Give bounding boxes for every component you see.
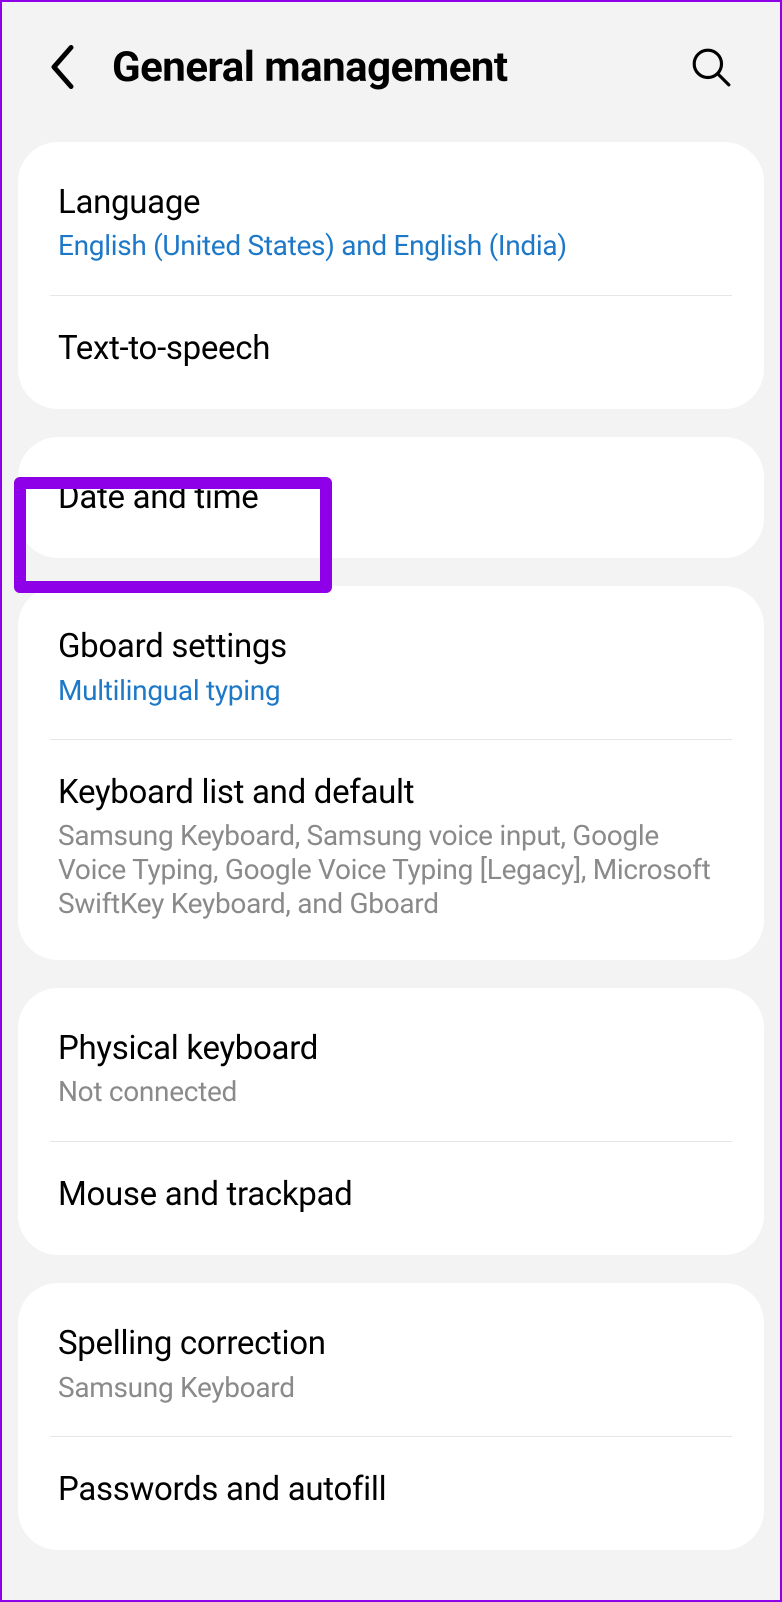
physical-keyboard-item[interactable]: Physical keyboard Not connected: [18, 996, 764, 1141]
item-subtitle: Samsung Keyboard: [58, 1371, 724, 1405]
item-title: Spelling correction: [58, 1323, 724, 1364]
settings-group-3: Gboard settings Multilingual typing Keyb…: [18, 586, 764, 960]
settings-group-1: Language English (United States) and Eng…: [18, 142, 764, 409]
search-icon: [690, 46, 732, 88]
date-and-time-item[interactable]: Date and time: [18, 445, 764, 550]
item-title: Physical keyboard: [58, 1028, 724, 1069]
mouse-and-trackpad-item[interactable]: Mouse and trackpad: [18, 1142, 764, 1247]
gboard-settings-item[interactable]: Gboard settings Multilingual typing: [18, 594, 764, 739]
language-item[interactable]: Language English (United States) and Eng…: [18, 150, 764, 295]
page-title: General management: [112, 43, 656, 92]
item-title: Text-to-speech: [58, 328, 724, 369]
item-subtitle: Not connected: [58, 1075, 724, 1109]
spelling-correction-item[interactable]: Spelling correction Samsung Keyboard: [18, 1291, 764, 1436]
settings-group-2: Date and time: [18, 437, 764, 558]
passwords-and-autofill-item[interactable]: Passwords and autofill: [18, 1437, 764, 1542]
item-subtitle: Samsung Keyboard, Samsung voice input, G…: [58, 819, 724, 920]
item-title: Date and time: [58, 477, 724, 518]
chevron-left-icon: [49, 45, 76, 89]
item-title: Gboard settings: [58, 626, 724, 667]
text-to-speech-item[interactable]: Text-to-speech: [18, 296, 764, 401]
item-title: Language: [58, 182, 724, 223]
item-subtitle: English (United States) and English (Ind…: [58, 229, 724, 263]
settings-group-5: Spelling correction Samsung Keyboard Pas…: [18, 1283, 764, 1550]
item-subtitle: Multilingual typing: [58, 674, 724, 708]
item-title: Keyboard list and default: [58, 772, 724, 813]
item-title: Mouse and trackpad: [58, 1174, 724, 1215]
back-button[interactable]: [42, 47, 82, 87]
header: General management: [2, 2, 780, 142]
settings-group-4: Physical keyboard Not connected Mouse an…: [18, 988, 764, 1255]
item-title: Passwords and autofill: [58, 1469, 724, 1510]
search-button[interactable]: [686, 42, 736, 92]
keyboard-list-item[interactable]: Keyboard list and default Samsung Keyboa…: [18, 740, 764, 952]
